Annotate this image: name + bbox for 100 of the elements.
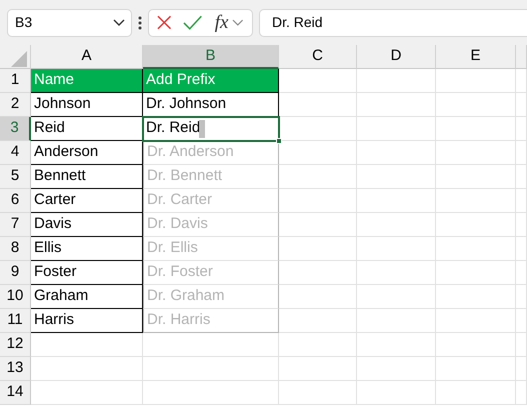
table-cell[interactable]: Dr. Johnson xyxy=(143,93,279,117)
column-header[interactable] xyxy=(516,45,527,69)
table-cell[interactable]: Graham xyxy=(31,285,143,309)
empty-cell[interactable] xyxy=(279,357,357,381)
empty-cell[interactable] xyxy=(436,213,516,237)
empty-cell[interactable] xyxy=(279,261,357,285)
column-header[interactable]: B xyxy=(143,45,279,69)
empty-cell[interactable] xyxy=(357,213,436,237)
empty-cell[interactable] xyxy=(357,237,436,261)
empty-cell[interactable] xyxy=(143,381,279,405)
empty-cell[interactable] xyxy=(357,261,436,285)
column-header[interactable]: A xyxy=(31,45,143,69)
table-cell[interactable]: Johnson xyxy=(31,93,143,117)
table-cell[interactable]: Foster xyxy=(31,261,143,285)
empty-cell[interactable] xyxy=(436,141,516,165)
empty-cell[interactable] xyxy=(436,357,516,381)
empty-cell[interactable] xyxy=(357,117,436,141)
table-cell[interactable]: Carter xyxy=(31,189,143,213)
check-icon[interactable] xyxy=(183,15,203,30)
empty-cell[interactable] xyxy=(357,333,436,357)
table-cell[interactable]: Bennett xyxy=(31,165,143,189)
column-header[interactable]: D xyxy=(357,45,436,69)
row-header[interactable]: 11 xyxy=(0,309,31,333)
empty-cell[interactable] xyxy=(436,189,516,213)
formula-text: Dr. Reid xyxy=(272,13,323,32)
table-cell[interactable]: Davis xyxy=(31,213,143,237)
row-header[interactable]: 4 xyxy=(0,141,31,165)
row-header[interactable]: 12 xyxy=(0,333,31,357)
empty-cell[interactable] xyxy=(516,261,527,285)
empty-cell[interactable] xyxy=(143,333,279,357)
empty-cell[interactable] xyxy=(357,165,436,189)
empty-cell[interactable] xyxy=(436,261,516,285)
empty-cell[interactable] xyxy=(516,381,527,405)
empty-cell[interactable] xyxy=(516,141,527,165)
row-header[interactable]: 13 xyxy=(0,357,31,381)
empty-cell[interactable] xyxy=(516,213,527,237)
table-cell[interactable]: Ellis xyxy=(31,237,143,261)
empty-cell[interactable] xyxy=(436,69,516,93)
empty-cell[interactable] xyxy=(279,285,357,309)
empty-cell[interactable] xyxy=(436,333,516,357)
empty-cell[interactable] xyxy=(279,141,357,165)
row-header[interactable]: 10 xyxy=(0,285,31,309)
active-cell[interactable]: Dr. Reid xyxy=(143,117,279,141)
empty-cell[interactable] xyxy=(357,189,436,213)
empty-cell[interactable] xyxy=(516,117,527,141)
empty-cell[interactable] xyxy=(279,93,357,117)
empty-cell[interactable] xyxy=(279,309,357,333)
column-header[interactable]: C xyxy=(279,45,357,69)
empty-cell[interactable] xyxy=(516,165,527,189)
row-header[interactable]: 14 xyxy=(0,381,31,405)
empty-cell[interactable] xyxy=(436,381,516,405)
row-header[interactable]: 9 xyxy=(0,261,31,285)
empty-cell[interactable] xyxy=(357,357,436,381)
empty-cell[interactable] xyxy=(436,285,516,309)
empty-cell[interactable] xyxy=(436,237,516,261)
more-icon[interactable] xyxy=(138,16,142,30)
empty-cell[interactable] xyxy=(357,309,436,333)
empty-cell[interactable] xyxy=(516,237,527,261)
table-cell[interactable]: Reid xyxy=(31,117,143,141)
empty-cell[interactable] xyxy=(516,357,527,381)
empty-cell[interactable] xyxy=(357,69,436,93)
row-header[interactable]: 1 xyxy=(0,69,31,93)
empty-cell[interactable] xyxy=(357,381,436,405)
name-box[interactable]: B3 xyxy=(7,8,132,36)
row-header[interactable]: 6 xyxy=(0,189,31,213)
empty-cell[interactable] xyxy=(436,165,516,189)
empty-cell[interactable] xyxy=(279,117,357,141)
empty-cell[interactable] xyxy=(436,93,516,117)
caret-icon[interactable] xyxy=(232,18,244,26)
empty-cell[interactable] xyxy=(279,381,357,405)
column-header[interactable]: E xyxy=(436,45,516,69)
table-cell[interactable]: Harris xyxy=(31,309,143,333)
empty-cell[interactable] xyxy=(279,165,357,189)
table-cell[interactable]: Anderson xyxy=(31,141,143,165)
empty-cell[interactable] xyxy=(279,189,357,213)
empty-cell[interactable] xyxy=(279,333,357,357)
row-header[interactable]: 7 xyxy=(0,213,31,237)
formula-bar[interactable]: Dr. Reid xyxy=(259,8,527,36)
cell-text: Dr. Reid xyxy=(146,118,200,138)
row-header[interactable]: 2 xyxy=(0,93,31,117)
row-header[interactable]: 3 xyxy=(0,117,31,141)
empty-cell[interactable] xyxy=(357,285,436,309)
empty-cell[interactable] xyxy=(279,213,357,237)
empty-cell[interactable] xyxy=(516,309,527,333)
fill-handle[interactable] xyxy=(276,138,282,144)
empty-cell[interactable] xyxy=(357,93,436,117)
cancel-icon[interactable] xyxy=(157,15,172,30)
empty-cell[interactable] xyxy=(143,357,279,381)
row-header[interactable]: 8 xyxy=(0,237,31,261)
empty-cell[interactable] xyxy=(516,333,527,357)
empty-cell[interactable] xyxy=(516,285,527,309)
empty-cell[interactable] xyxy=(436,309,516,333)
insert-function-button[interactable]: fx xyxy=(214,13,228,32)
empty-cell[interactable] xyxy=(357,141,436,165)
empty-cell[interactable] xyxy=(516,189,527,213)
cell-reference: B3 xyxy=(15,13,32,32)
row-header[interactable]: 5 xyxy=(0,165,31,189)
empty-cell[interactable] xyxy=(279,237,357,261)
empty-cell[interactable] xyxy=(436,117,516,141)
empty-cell[interactable] xyxy=(516,93,527,117)
